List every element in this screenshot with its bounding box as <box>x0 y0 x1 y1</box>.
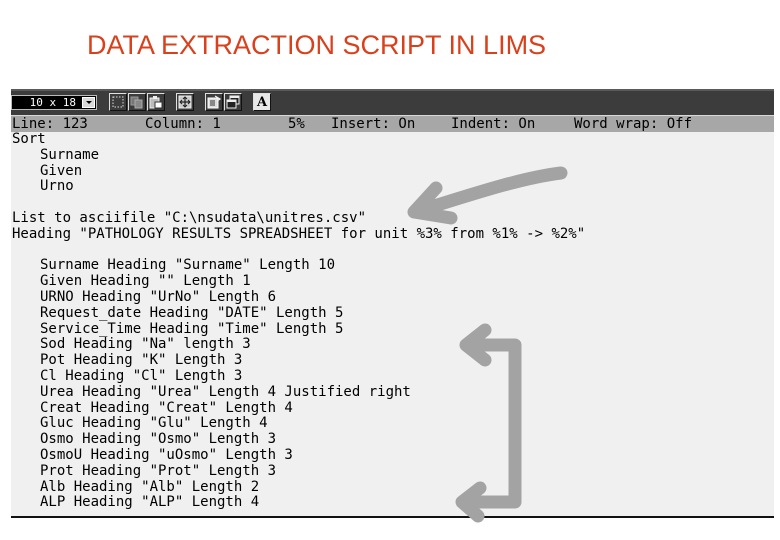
font-size-value: 10 x 18 <box>29 96 76 109</box>
paste-button[interactable] <box>147 93 165 111</box>
text-editor-window: 10 x 18 A Line: 123 Column: 1 5% Insert:… <box>11 89 774 518</box>
script-line[interactable]: ALP Heading "ALP" Length 4 <box>11 495 774 511</box>
copy-button[interactable] <box>128 93 146 111</box>
script-line[interactable]: Service_Time Heading "Time" Length 5 <box>11 321 774 338</box>
properties-icon <box>207 95 221 109</box>
script-line[interactable]: Osmo Heading "Osmo" Length 3 <box>11 431 774 448</box>
script-line[interactable]: Given Heading "" Length 1 <box>11 273 774 290</box>
toolbar: 10 x 18 A <box>11 91 774 116</box>
copy-icon <box>130 96 143 109</box>
font-size-select[interactable]: 10 x 18 <box>11 95 97 110</box>
status-percent: 5% <box>288 116 305 132</box>
background-button[interactable] <box>224 93 242 111</box>
script-line[interactable]: Cl Heading "Cl" Length 3 <box>11 368 774 385</box>
script-line[interactable]: Surname <box>11 147 774 164</box>
script-line[interactable]: Pot Heading "K" Length 3 <box>11 352 774 369</box>
script-line[interactable]: Request_date Heading "DATE" Length 5 <box>11 305 774 322</box>
script-line[interactable]: Sod Heading "Na" length 3 <box>11 337 774 353</box>
chevron-down-icon[interactable] <box>82 97 95 108</box>
script-line[interactable]: Urno <box>11 179 774 195</box>
status-bar: Line: 123 Column: 1 5% Insert: On Indent… <box>11 116 774 132</box>
script-editor[interactable]: Sort Surname Given Urno List to asciifile "C… <box>11 132 774 516</box>
mark-button[interactable] <box>109 93 127 111</box>
paste-icon <box>149 96 163 109</box>
font-icon: A <box>256 94 268 110</box>
script-line[interactable]: List to asciifile "C:\nsudata\unitres.cs… <box>11 210 774 227</box>
script-line[interactable]: Given <box>11 163 774 180</box>
script-line[interactable]: OsmoU Heading "uOsmo" Length 3 <box>11 447 774 464</box>
slide-title: DATA EXTRACTION SCRIPT IN LIMS <box>87 30 547 60</box>
script-line[interactable]: Creat Heading "Creat" Length 4 <box>11 400 774 417</box>
status-column: Column: 1 <box>145 116 221 132</box>
status-insert: Insert: On <box>331 116 416 132</box>
properties-button[interactable] <box>205 93 223 111</box>
fullscreen-icon <box>178 95 192 109</box>
script-line[interactable]: Urea Heading "Urea" Length 4 Justified r… <box>11 384 774 401</box>
script-line[interactable] <box>11 195 774 211</box>
font-button[interactable]: A <box>253 93 271 111</box>
background-icon <box>226 95 240 109</box>
status-line: Line: 123 <box>12 116 88 132</box>
status-indent: Indent: On <box>451 116 536 132</box>
script-line[interactable]: Heading "PATHOLOGY RESULTS SPREADSHEET f… <box>11 226 774 243</box>
status-word-wrap: Word wrap: Off <box>574 116 693 132</box>
script-line[interactable]: Surname Heading "Surname" Length 10 <box>11 258 774 274</box>
script-line[interactable]: Alb Heading "Alb" Length 2 <box>11 479 774 496</box>
script-line[interactable]: Prot Heading "Prot" Length 3 <box>11 463 774 480</box>
script-line[interactable]: Sort <box>11 132 774 148</box>
script-line[interactable] <box>11 243 774 259</box>
select-icon <box>112 96 124 108</box>
script-line[interactable]: URNO Heading "UrNo" Length 6 <box>11 289 774 306</box>
fullscreen-button[interactable] <box>176 93 194 111</box>
script-line[interactable]: Gluc Heading "Glu" Length 4 <box>11 416 774 432</box>
